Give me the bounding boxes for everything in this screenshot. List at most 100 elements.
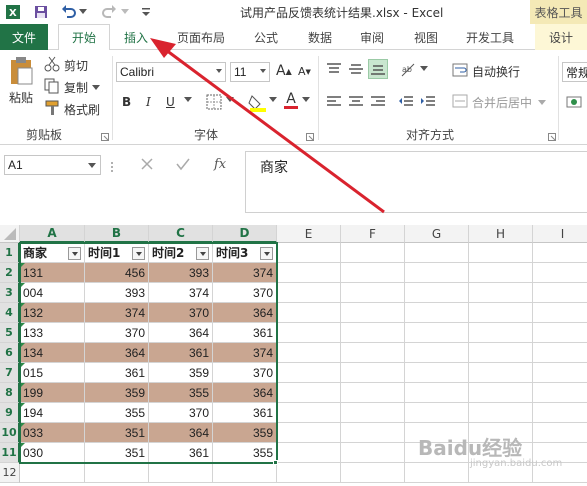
align-top-icon[interactable]	[326, 62, 342, 76]
empty-cell[interactable]	[341, 263, 405, 283]
tab-file[interactable]: 文件	[0, 24, 48, 50]
empty-cell[interactable]	[533, 363, 587, 383]
tab-design[interactable]: 设计	[535, 24, 587, 50]
empty-cell[interactable]	[405, 363, 469, 383]
enter-icon[interactable]	[176, 157, 190, 174]
empty-cell[interactable]	[277, 343, 341, 363]
merge-center-button[interactable]: 合并后居中	[452, 94, 547, 111]
row-header-5[interactable]: 5	[0, 323, 20, 343]
tab-formulas[interactable]: 公式	[244, 24, 288, 50]
font-size-select[interactable]: 11	[230, 62, 270, 82]
align-center-icon[interactable]	[348, 95, 364, 109]
select-all-corner[interactable]	[0, 225, 20, 243]
alignment-launcher-icon[interactable]	[548, 130, 556, 144]
column-header-h[interactable]: H	[469, 225, 533, 243]
tab-review[interactable]: 审阅	[350, 24, 394, 50]
table-cell[interactable]: 361	[149, 443, 213, 463]
align-middle-icon[interactable]	[348, 62, 364, 76]
filter-dropdown-icon[interactable]	[132, 247, 145, 260]
fill-color-dropdown-icon[interactable]	[269, 97, 277, 103]
orientation-icon[interactable]: ab	[400, 62, 416, 78]
empty-cell[interactable]	[341, 323, 405, 343]
font-color-button[interactable]: A	[283, 92, 299, 109]
empty-cell[interactable]	[277, 303, 341, 323]
filter-dropdown-icon[interactable]	[196, 247, 209, 260]
table-cell[interactable]: 030	[20, 443, 85, 463]
empty-cell[interactable]	[277, 383, 341, 403]
row-header-12[interactable]: 12	[0, 463, 20, 483]
customize-qat-icon[interactable]	[140, 3, 152, 21]
align-bottom-icon[interactable]	[368, 59, 388, 79]
italic-button[interactable]: I	[146, 95, 151, 109]
table-header-cell[interactable]: 商家	[20, 243, 85, 263]
empty-cell[interactable]	[533, 283, 587, 303]
empty-cell[interactable]	[277, 463, 341, 483]
empty-cell[interactable]	[533, 243, 587, 263]
increase-indent-icon[interactable]	[420, 95, 436, 109]
empty-cell[interactable]	[533, 343, 587, 363]
table-cell[interactable]: 370	[213, 363, 277, 383]
table-cell[interactable]: 355	[149, 383, 213, 403]
currency-icon[interactable]	[566, 95, 582, 109]
empty-cell[interactable]	[213, 463, 277, 483]
table-cell[interactable]: 370	[149, 403, 213, 423]
empty-cell[interactable]	[277, 443, 341, 463]
tab-developer[interactable]: 开发工具	[458, 24, 522, 50]
empty-cell[interactable]	[341, 423, 405, 443]
table-cell[interactable]: 364	[213, 303, 277, 323]
empty-cell[interactable]	[405, 243, 469, 263]
empty-cell[interactable]	[277, 363, 341, 383]
table-cell[interactable]: 374	[149, 283, 213, 303]
empty-cell[interactable]	[533, 423, 587, 443]
filter-dropdown-icon[interactable]	[68, 247, 81, 260]
table-cell[interactable]: 456	[85, 263, 149, 283]
table-cell[interactable]: 364	[213, 383, 277, 403]
clipboard-launcher-icon[interactable]	[101, 130, 109, 144]
underline-dropdown-icon[interactable]	[184, 97, 192, 103]
table-cell[interactable]: 364	[149, 323, 213, 343]
wrap-text-button[interactable]: 自动换行	[452, 63, 520, 80]
empty-cell[interactable]	[469, 243, 533, 263]
align-left-icon[interactable]	[326, 95, 342, 109]
filter-dropdown-icon[interactable]	[260, 247, 273, 260]
table-cell[interactable]: 351	[85, 423, 149, 443]
save-icon[interactable]	[32, 3, 50, 21]
orientation-dropdown-icon[interactable]	[420, 66, 428, 72]
table-cell[interactable]: 361	[149, 343, 213, 363]
column-header-c[interactable]: C	[149, 225, 213, 243]
empty-cell[interactable]	[277, 403, 341, 423]
table-cell[interactable]: 361	[213, 403, 277, 423]
column-header-d[interactable]: D	[213, 225, 277, 243]
empty-cell[interactable]	[469, 303, 533, 323]
table-cell[interactable]: 359	[213, 423, 277, 443]
table-cell[interactable]: 194	[20, 403, 85, 423]
tab-data[interactable]: 数据	[298, 24, 342, 50]
table-cell[interactable]: 370	[213, 283, 277, 303]
empty-cell[interactable]	[469, 403, 533, 423]
table-cell[interactable]: 361	[213, 323, 277, 343]
tab-page-layout[interactable]: 页面布局	[170, 24, 232, 50]
empty-cell[interactable]	[341, 403, 405, 423]
empty-cell[interactable]	[341, 283, 405, 303]
empty-cell[interactable]	[405, 323, 469, 343]
empty-cell[interactable]	[469, 363, 533, 383]
undo-icon[interactable]	[60, 3, 78, 21]
empty-cell[interactable]	[20, 463, 85, 483]
font-launcher-icon[interactable]	[306, 130, 314, 144]
empty-cell[interactable]	[469, 283, 533, 303]
row-header-8[interactable]: 8	[0, 383, 20, 403]
empty-cell[interactable]	[469, 323, 533, 343]
tab-insert[interactable]: 插入	[114, 24, 158, 50]
insert-function-icon[interactable]: fx	[214, 157, 226, 172]
column-header-b[interactable]: B	[85, 225, 149, 243]
empty-cell[interactable]	[277, 283, 341, 303]
table-cell[interactable]: 355	[85, 403, 149, 423]
table-cell[interactable]: 015	[20, 363, 85, 383]
table-cell[interactable]: 351	[85, 443, 149, 463]
empty-cell[interactable]	[277, 323, 341, 343]
column-header-i[interactable]: I	[533, 225, 587, 243]
column-header-e[interactable]: E	[277, 225, 341, 243]
empty-cell[interactable]	[533, 303, 587, 323]
table-cell[interactable]: 370	[85, 323, 149, 343]
table-cell[interactable]: 374	[85, 303, 149, 323]
